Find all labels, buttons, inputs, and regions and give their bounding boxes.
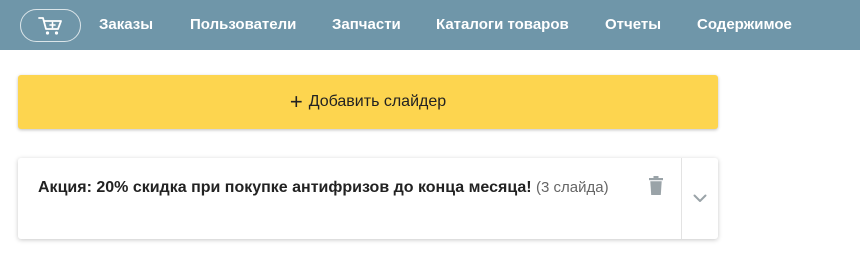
slider-card: Акция: 20% скидка при покупке антифризов…: [18, 158, 718, 239]
logo-button[interactable]: [20, 9, 81, 42]
top-navigation: Заказы Пользователи Запчасти Каталоги то…: [0, 0, 860, 50]
slide-count: (3 слайда): [536, 179, 609, 196]
nav-item-content[interactable]: Содержимое: [697, 0, 792, 50]
expand-button[interactable]: [682, 158, 718, 239]
nav-item-reports[interactable]: Отчеты: [605, 0, 661, 50]
nav-item-parts[interactable]: Запчасти: [332, 0, 401, 50]
add-slider-label: Добавить слайдер: [308, 93, 447, 110]
plus-icon: +: [289, 89, 303, 114]
chevron-down-icon: [693, 194, 707, 202]
add-slider-button[interactable]: + Добавить слайдер: [18, 75, 718, 129]
cart-plus-icon: [37, 16, 62, 35]
nav-item-catalogs[interactable]: Каталоги товаров: [436, 0, 569, 50]
trash-icon[interactable]: [648, 176, 664, 196]
slider-card-title[interactable]: Акция: 20% скидка при покупке антифризов…: [38, 176, 638, 200]
nav-item-orders[interactable]: Заказы: [99, 0, 153, 50]
slider-name: Акция: 20% скидка при покупке антифризов…: [38, 179, 532, 196]
nav-item-users[interactable]: Пользователи: [190, 0, 296, 50]
